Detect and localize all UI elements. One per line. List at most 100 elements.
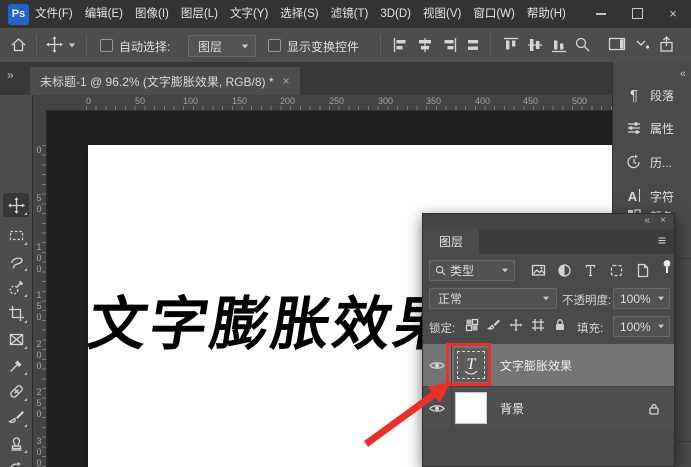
visibility-toggle[interactable] (423, 387, 452, 429)
separator (490, 34, 491, 56)
panel-menu-icon[interactable]: ≡ (658, 232, 666, 248)
maximize-button[interactable] (619, 0, 655, 27)
ruler-label: 100 (183, 96, 198, 106)
auto-select-dropdown[interactable]: 图层 (188, 35, 256, 57)
menu-file[interactable]: 文件(F) (29, 0, 79, 28)
crop-tool[interactable] (3, 301, 29, 325)
menu-image[interactable]: 图像(I) (129, 0, 175, 28)
chevron-dot-icon[interactable] (636, 40, 650, 50)
layer-filter-value: 类型 (450, 262, 474, 279)
document-tab[interactable]: 未标题-1 @ 96.2% (文字膨胀效果, RGB/8) * × (30, 67, 300, 95)
move-tool-chevron-icon[interactable] (69, 44, 75, 48)
align-middle-vertical-icon[interactable] (526, 36, 544, 54)
eyedropper-tool[interactable] (3, 353, 29, 377)
ruler-label: 50 (135, 96, 145, 106)
minimize-button[interactable] (583, 0, 619, 27)
fill-value: 100% (620, 320, 651, 334)
lock-position-icon[interactable] (509, 318, 523, 332)
lock-artboard-icon[interactable] (531, 318, 545, 332)
layer-filter-dropdown[interactable]: 类型 (429, 260, 515, 281)
ruler-label: 100 (34, 242, 44, 275)
tab-close-icon[interactable]: × (283, 74, 290, 88)
auto-select-checkbox[interactable] (100, 39, 113, 52)
workspace-icon[interactable] (608, 36, 626, 52)
layer-name: 背景 (500, 400, 524, 417)
filter-adjustment-layers-icon[interactable] (557, 263, 572, 278)
panel-label: 属性 (650, 120, 674, 137)
align-bottom-icon[interactable] (550, 36, 568, 54)
tab-layers[interactable]: 图层 (423, 229, 479, 254)
show-transform-checkbox[interactable] (268, 39, 281, 52)
align-right-icon[interactable] (440, 36, 458, 54)
filter-smart-objects-icon[interactable] (635, 263, 650, 278)
lock-pixels-icon[interactable] (487, 318, 501, 332)
move-tool-icon[interactable] (46, 36, 63, 53)
align-left-icon[interactable] (392, 36, 410, 54)
clone-stamp-tool[interactable] (3, 431, 29, 455)
lock-transparency-icon[interactable] (465, 318, 479, 332)
menu-type[interactable]: 文字(Y) (224, 0, 274, 28)
show-transform-label: 显示变换控件 (287, 38, 359, 55)
chevron-down-icon (242, 44, 248, 48)
brush-tool[interactable] (3, 405, 29, 429)
panel-button-paragraph[interactable]: ¶ 段落 (613, 82, 691, 108)
menu-view[interactable]: 视图(V) (417, 0, 467, 28)
panel-button-properties[interactable]: 属性 (613, 115, 691, 141)
toolbar (0, 95, 33, 467)
maximize-icon (632, 8, 643, 19)
menu-select[interactable]: 选择(S) (274, 0, 324, 28)
ruler-label: 450 (523, 96, 538, 106)
photoshop-window: Ps 文件(F) 编辑(E) 图像(I) 图层(L) 文字(Y) 选择(S) 滤… (0, 0, 691, 467)
menu-help[interactable]: 帮助(H) (521, 0, 572, 28)
frame-tool[interactable] (3, 327, 29, 351)
filter-type-layers-icon[interactable] (583, 263, 598, 278)
panel-button-history[interactable]: 历... (613, 149, 691, 175)
lock-all-icon[interactable] (553, 317, 567, 332)
dock-collapse-icon[interactable]: « (680, 68, 686, 80)
fill-input[interactable]: 100% (613, 316, 670, 337)
chevron-down-icon (543, 297, 549, 301)
properties-icon (625, 120, 643, 136)
align-center-horizontal-icon[interactable] (416, 36, 434, 54)
share-icon[interactable] (658, 36, 675, 53)
history-brush-tool[interactable] (3, 457, 29, 467)
panel-label: 段落 (650, 87, 674, 104)
layers-panel-header[interactable]: « × (423, 214, 674, 229)
menu-bar: Ps 文件(F) 编辑(E) 图像(I) 图层(L) 文字(Y) 选择(S) 滤… (0, 0, 691, 29)
distribute-horizontal-icon[interactable] (464, 36, 482, 54)
horizontal-ruler: 0 50 100 150 200 250 300 350 400 450 500 (32, 95, 612, 111)
background-layer-thumbnail[interactable] (455, 392, 487, 424)
panel-collapse-icon[interactable]: « (644, 215, 650, 226)
filter-toggle-icon[interactable] (661, 259, 673, 275)
lock-label: 锁定: (429, 320, 455, 336)
ruler-label: 50 (34, 193, 44, 215)
layer-row-background[interactable]: 背景 (423, 386, 674, 429)
ruler-label: 200 (34, 339, 44, 372)
chevron-down-icon (658, 325, 664, 329)
search-icon[interactable] (574, 36, 591, 53)
ruler-label: 250 (329, 96, 344, 106)
menu-3d[interactable]: 3D(D) (374, 0, 417, 28)
quick-selection-tool[interactable] (3, 275, 29, 299)
filter-pixel-layers-icon[interactable] (531, 263, 546, 278)
minimize-icon (596, 13, 606, 15)
blend-mode-dropdown[interactable]: 正常 (429, 288, 557, 309)
menu-layer[interactable]: 图层(L) (175, 0, 224, 28)
close-button[interactable]: × (655, 0, 691, 27)
document-tab-title: 未标题-1 @ 96.2% (文字膨胀效果, RGB/8) * (40, 73, 274, 90)
fill-label: 填充: (577, 320, 603, 336)
opacity-input[interactable]: 100% (613, 288, 670, 309)
menu-window[interactable]: 窗口(W) (467, 0, 521, 28)
panel-expand-icon[interactable]: » (7, 68, 13, 82)
menu-filter[interactable]: 滤镜(T) (325, 0, 375, 28)
panel-close-icon[interactable]: × (660, 215, 666, 226)
move-tool[interactable] (3, 193, 29, 217)
spot-healing-brush-tool[interactable] (3, 379, 29, 403)
opacity-label: 不透明度: (562, 292, 611, 308)
filter-shape-layers-icon[interactable] (609, 263, 624, 278)
align-top-icon[interactable] (502, 36, 520, 54)
rectangular-marquee-tool[interactable] (3, 223, 29, 247)
menu-edit[interactable]: 编辑(E) (79, 0, 129, 28)
lasso-tool[interactable] (3, 249, 29, 273)
home-icon[interactable] (10, 36, 27, 53)
